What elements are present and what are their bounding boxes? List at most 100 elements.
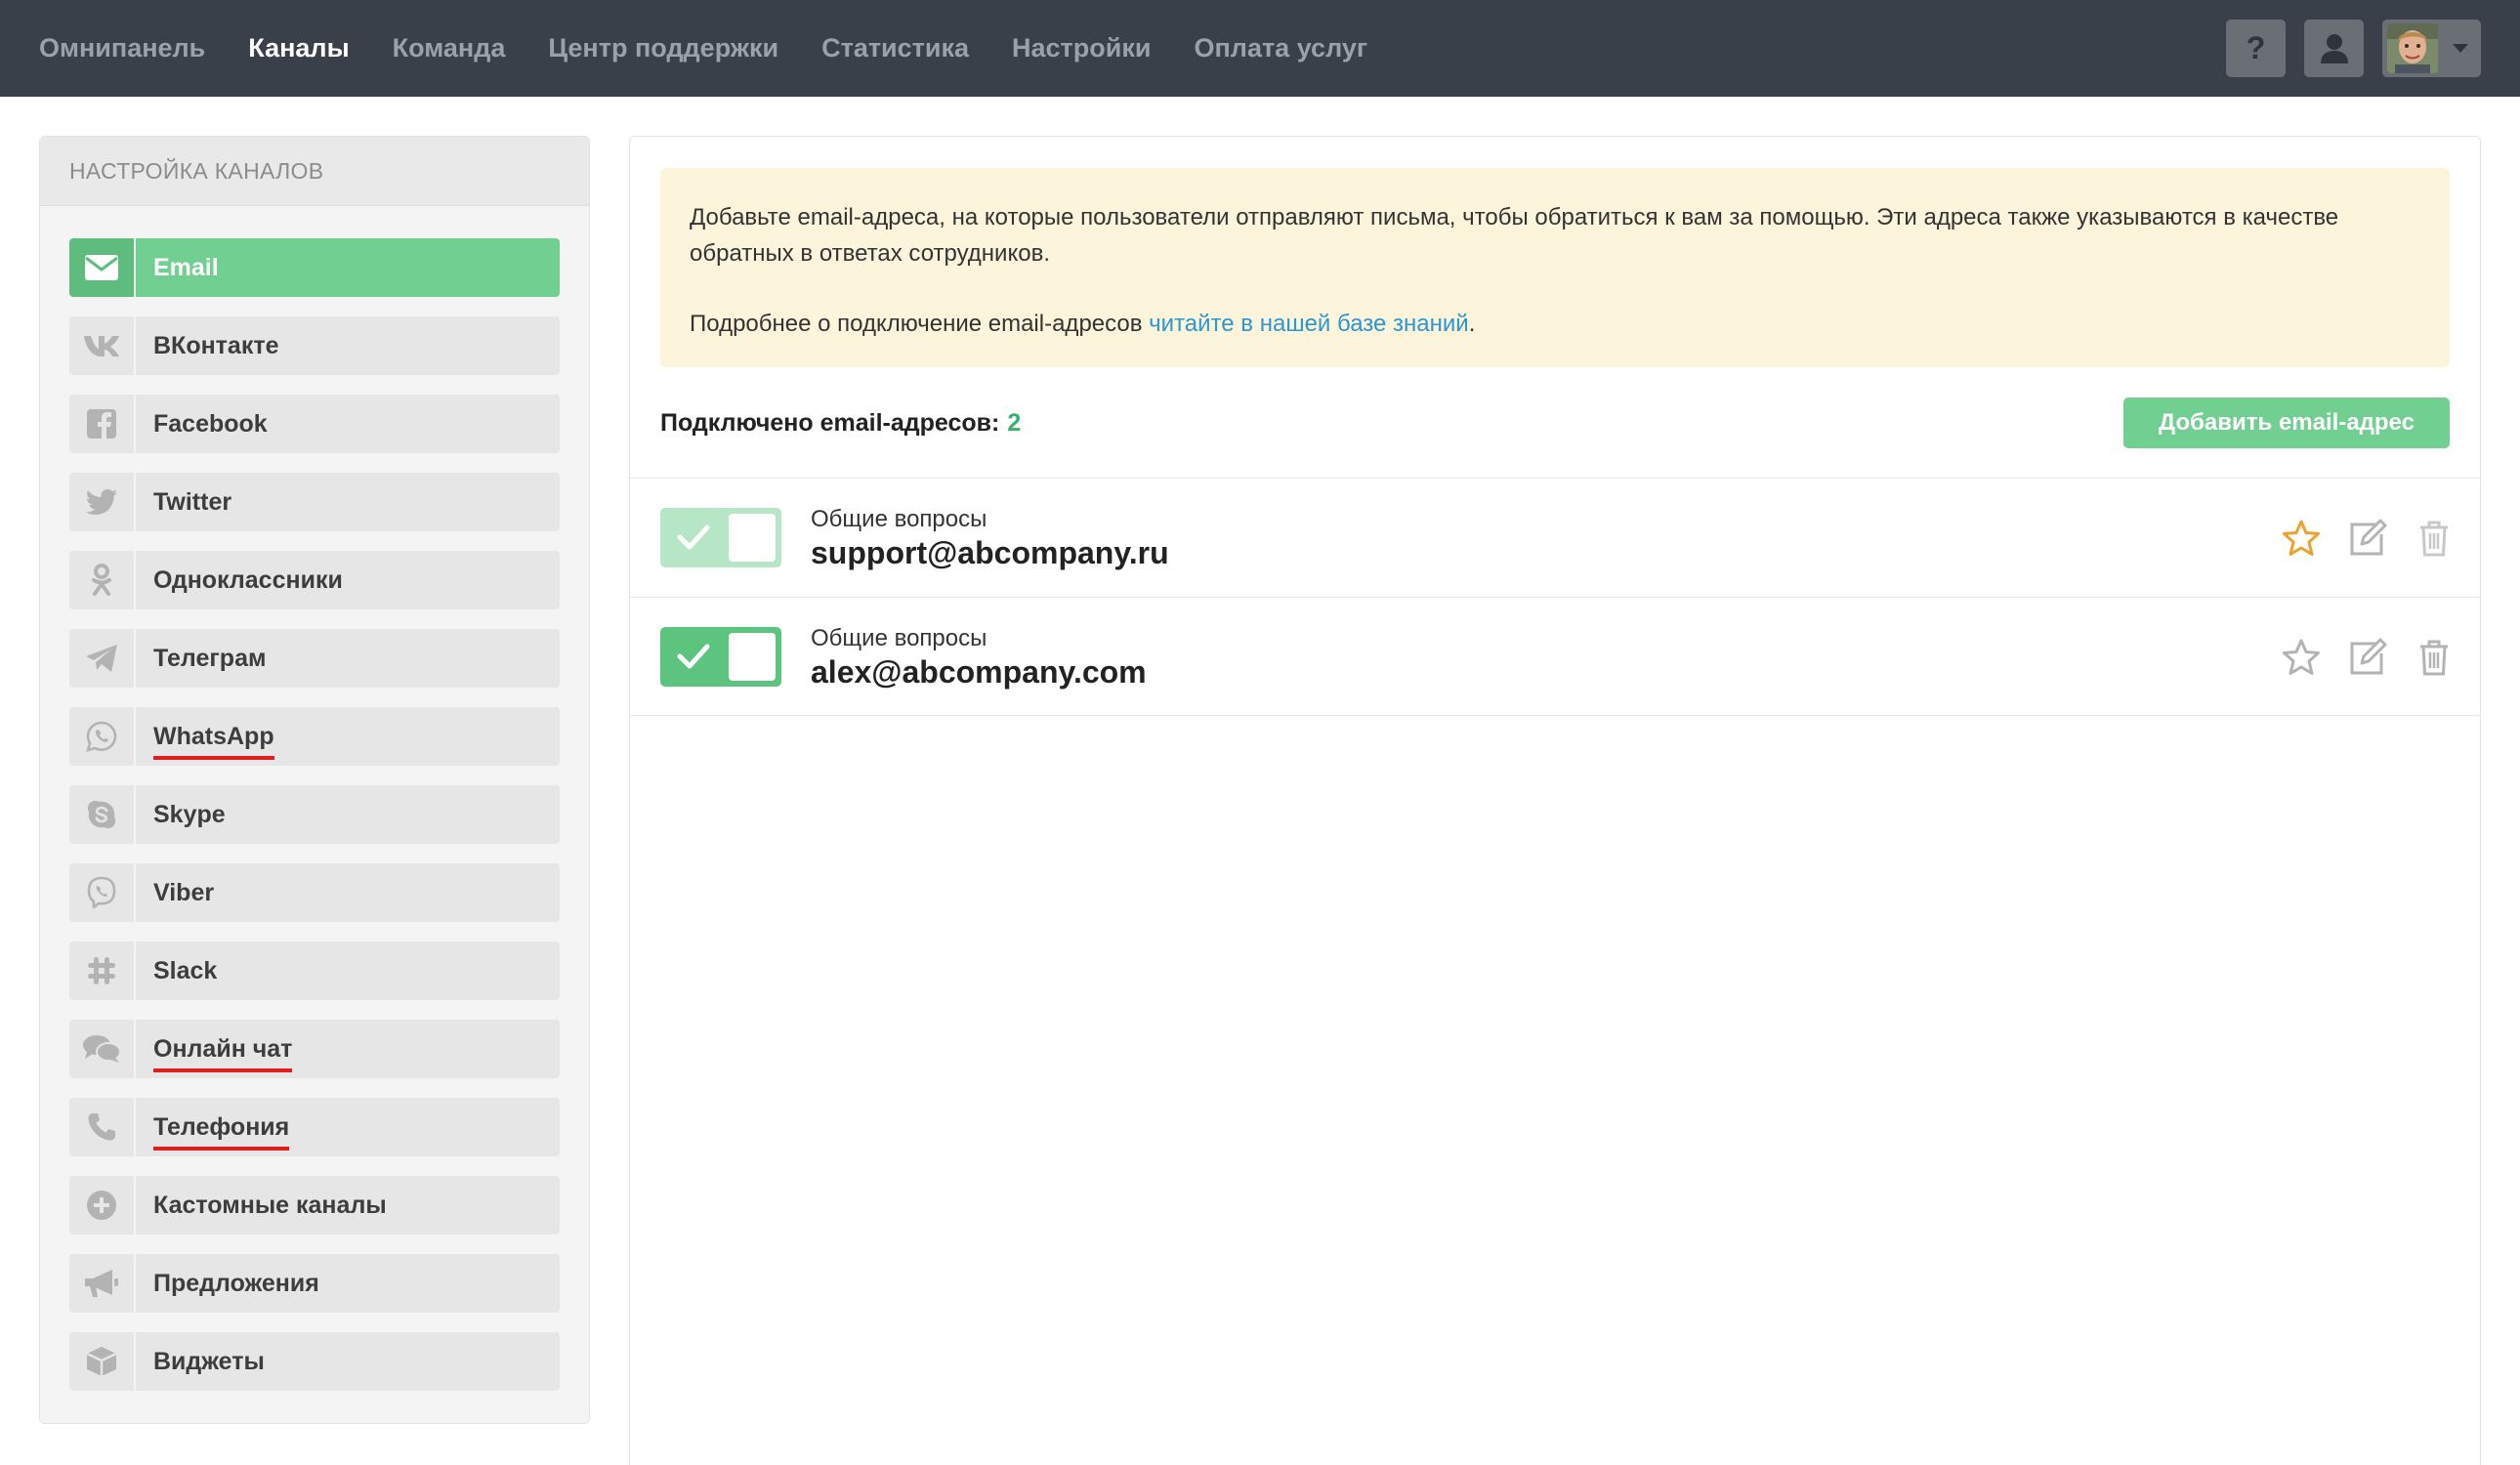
channel-label: Онлайн чат <box>153 1034 293 1072</box>
channel-label: Facebook <box>153 409 268 438</box>
nav-settings[interactable]: Настройки <box>1012 33 1151 63</box>
top-navbar: Омнипанель Каналы Команда Центр поддержк… <box>0 0 2520 97</box>
star-button[interactable] <box>2279 635 2324 680</box>
nav-support-center[interactable]: Центр поддержки <box>548 33 778 63</box>
help-button[interactable]: ? <box>2226 20 2286 77</box>
sidebar-header: НАСТРОЙКА КАНАЛОВ <box>40 137 589 206</box>
phone-icon <box>88 1113 115 1141</box>
channel-label: Twitter <box>153 487 232 516</box>
channel-telegram[interactable]: Телеграм <box>69 629 560 688</box>
connected-count-row: Подключено email-адресов: 2 Добавить ema… <box>660 398 2450 448</box>
channel-offers[interactable]: Предложения <box>69 1254 560 1313</box>
megaphone-icon <box>85 1270 118 1297</box>
email-address: alex@abcompany.com <box>811 654 1147 690</box>
channel-label: ВКонтакте <box>153 331 279 359</box>
email-row: Общие вопросы support@abcompany.ru <box>630 478 2480 597</box>
telegram-icon <box>86 645 117 672</box>
viber-icon <box>87 876 116 909</box>
add-email-button[interactable]: Добавить email-адрес <box>2123 398 2450 448</box>
email-actions <box>2257 635 2457 680</box>
skype-icon <box>87 800 116 829</box>
toggle-knob <box>729 633 776 681</box>
envelope-icon <box>85 255 118 280</box>
enable-toggle[interactable] <box>660 627 781 687</box>
channel-telephony[interactable]: Телефония <box>69 1098 560 1156</box>
channel-vkontakte[interactable]: ВКонтакте <box>69 316 560 375</box>
twitter-icon <box>86 489 117 515</box>
notice-text: Добавьте email-адреса, на которые пользо… <box>690 204 2339 267</box>
account-menu-button[interactable] <box>2382 20 2481 77</box>
star-button[interactable] <box>2279 516 2324 561</box>
notice-more-text: Подробнее о подключение email-адресов <box>690 311 1150 337</box>
edit-button[interactable] <box>2345 516 2390 561</box>
channel-label: Предложения <box>153 1269 319 1297</box>
plus-circle-icon <box>87 1191 116 1220</box>
channel-label: Email <box>153 253 219 281</box>
channel-label: Viber <box>153 878 215 906</box>
whatsapp-icon <box>86 721 117 752</box>
connected-count-label: Подключено email-адресов: <box>660 408 1000 437</box>
enable-toggle[interactable] <box>660 508 781 567</box>
main-nav: Омнипанель Каналы Команда Центр поддержк… <box>39 0 1410 97</box>
channel-online-chat[interactable]: Онлайн чат <box>69 1020 560 1078</box>
channel-list: Email ВКонтакте Facebook Twitter Однокла… <box>69 238 560 1410</box>
delete-button[interactable] <box>2412 516 2457 561</box>
channel-label: WhatsApp <box>153 722 274 760</box>
sidebar-title: НАСТРОЙКА КАНАЛОВ <box>69 157 324 184</box>
trash-icon <box>2420 640 2448 676</box>
channel-whatsapp[interactable]: WhatsApp <box>69 707 560 766</box>
channel-facebook[interactable]: Facebook <box>69 395 560 453</box>
channel-odnoklassniki[interactable]: Одноклассники <box>69 551 560 609</box>
email-list: Общие вопросы support@abcompany.ru Общие… <box>630 478 2480 716</box>
star-icon <box>2283 639 2320 675</box>
channel-viber[interactable]: Viber <box>69 863 560 922</box>
trash-icon <box>2420 521 2448 557</box>
profile-button[interactable] <box>2304 20 2364 77</box>
email-settings-panel: Добавьте email-адреса, на которые пользо… <box>629 136 2481 1465</box>
nav-statistics[interactable]: Статистика <box>821 33 969 63</box>
channel-custom[interactable]: Кастомные каналы <box>69 1176 560 1235</box>
nav-team[interactable]: Команда <box>393 33 506 63</box>
email-address: support@abcompany.ru <box>811 535 1169 570</box>
channel-label: Виджеты <box>153 1347 265 1375</box>
notice-more-suffix: . <box>1468 311 1476 337</box>
channel-label: Slack <box>153 956 218 984</box>
nav-billing[interactable]: Оплата услуг <box>1194 33 1367 63</box>
channel-widgets[interactable]: Виджеты <box>69 1332 560 1391</box>
odnoklassniki-icon <box>92 564 111 596</box>
cube-icon <box>86 1347 117 1376</box>
channel-twitter[interactable]: Twitter <box>69 473 560 531</box>
slack-icon <box>88 957 115 984</box>
avatar <box>2387 23 2438 73</box>
email-group: Общие вопросы <box>811 506 987 532</box>
knowledge-base-link[interactable]: читайте в нашей базе знаний <box>1149 311 1469 337</box>
channel-label: Кастомные каналы <box>153 1191 387 1219</box>
channel-email[interactable]: Email <box>69 238 560 297</box>
channel-label: Телефония <box>153 1112 290 1151</box>
delete-button[interactable] <box>2412 635 2457 680</box>
edit-icon <box>2350 519 2387 556</box>
connected-count-value: 2 <box>1007 408 1022 437</box>
question-icon: ? <box>2246 30 2266 65</box>
caret-down-icon <box>2453 44 2468 53</box>
toggle-knob <box>729 514 776 562</box>
email-row: Общие вопросы alex@abcompany.com <box>630 597 2480 716</box>
channel-label: Skype <box>153 800 226 828</box>
chat-bubbles-icon <box>83 1035 121 1063</box>
channel-label: Одноклассники <box>153 565 343 594</box>
channel-label: Телеграм <box>153 644 267 672</box>
channel-skype[interactable]: Skype <box>69 785 560 844</box>
star-icon <box>2283 520 2320 556</box>
check-icon <box>677 644 710 669</box>
info-notice: Добавьте email-адреса, на которые пользо… <box>660 168 2450 367</box>
email-actions <box>2257 516 2457 561</box>
channels-sidebar: НАСТРОЙКА КАНАЛОВ Email ВКонтакте Facebo… <box>39 136 590 1424</box>
check-icon <box>677 524 710 550</box>
channel-slack[interactable]: Slack <box>69 942 560 1000</box>
nav-channels[interactable]: Каналы <box>248 33 349 63</box>
user-icon <box>2320 33 2348 63</box>
facebook-icon <box>87 409 116 439</box>
edit-button[interactable] <box>2345 635 2390 680</box>
edit-icon <box>2350 638 2387 675</box>
nav-omnipanel[interactable]: Омнипанель <box>39 33 205 63</box>
